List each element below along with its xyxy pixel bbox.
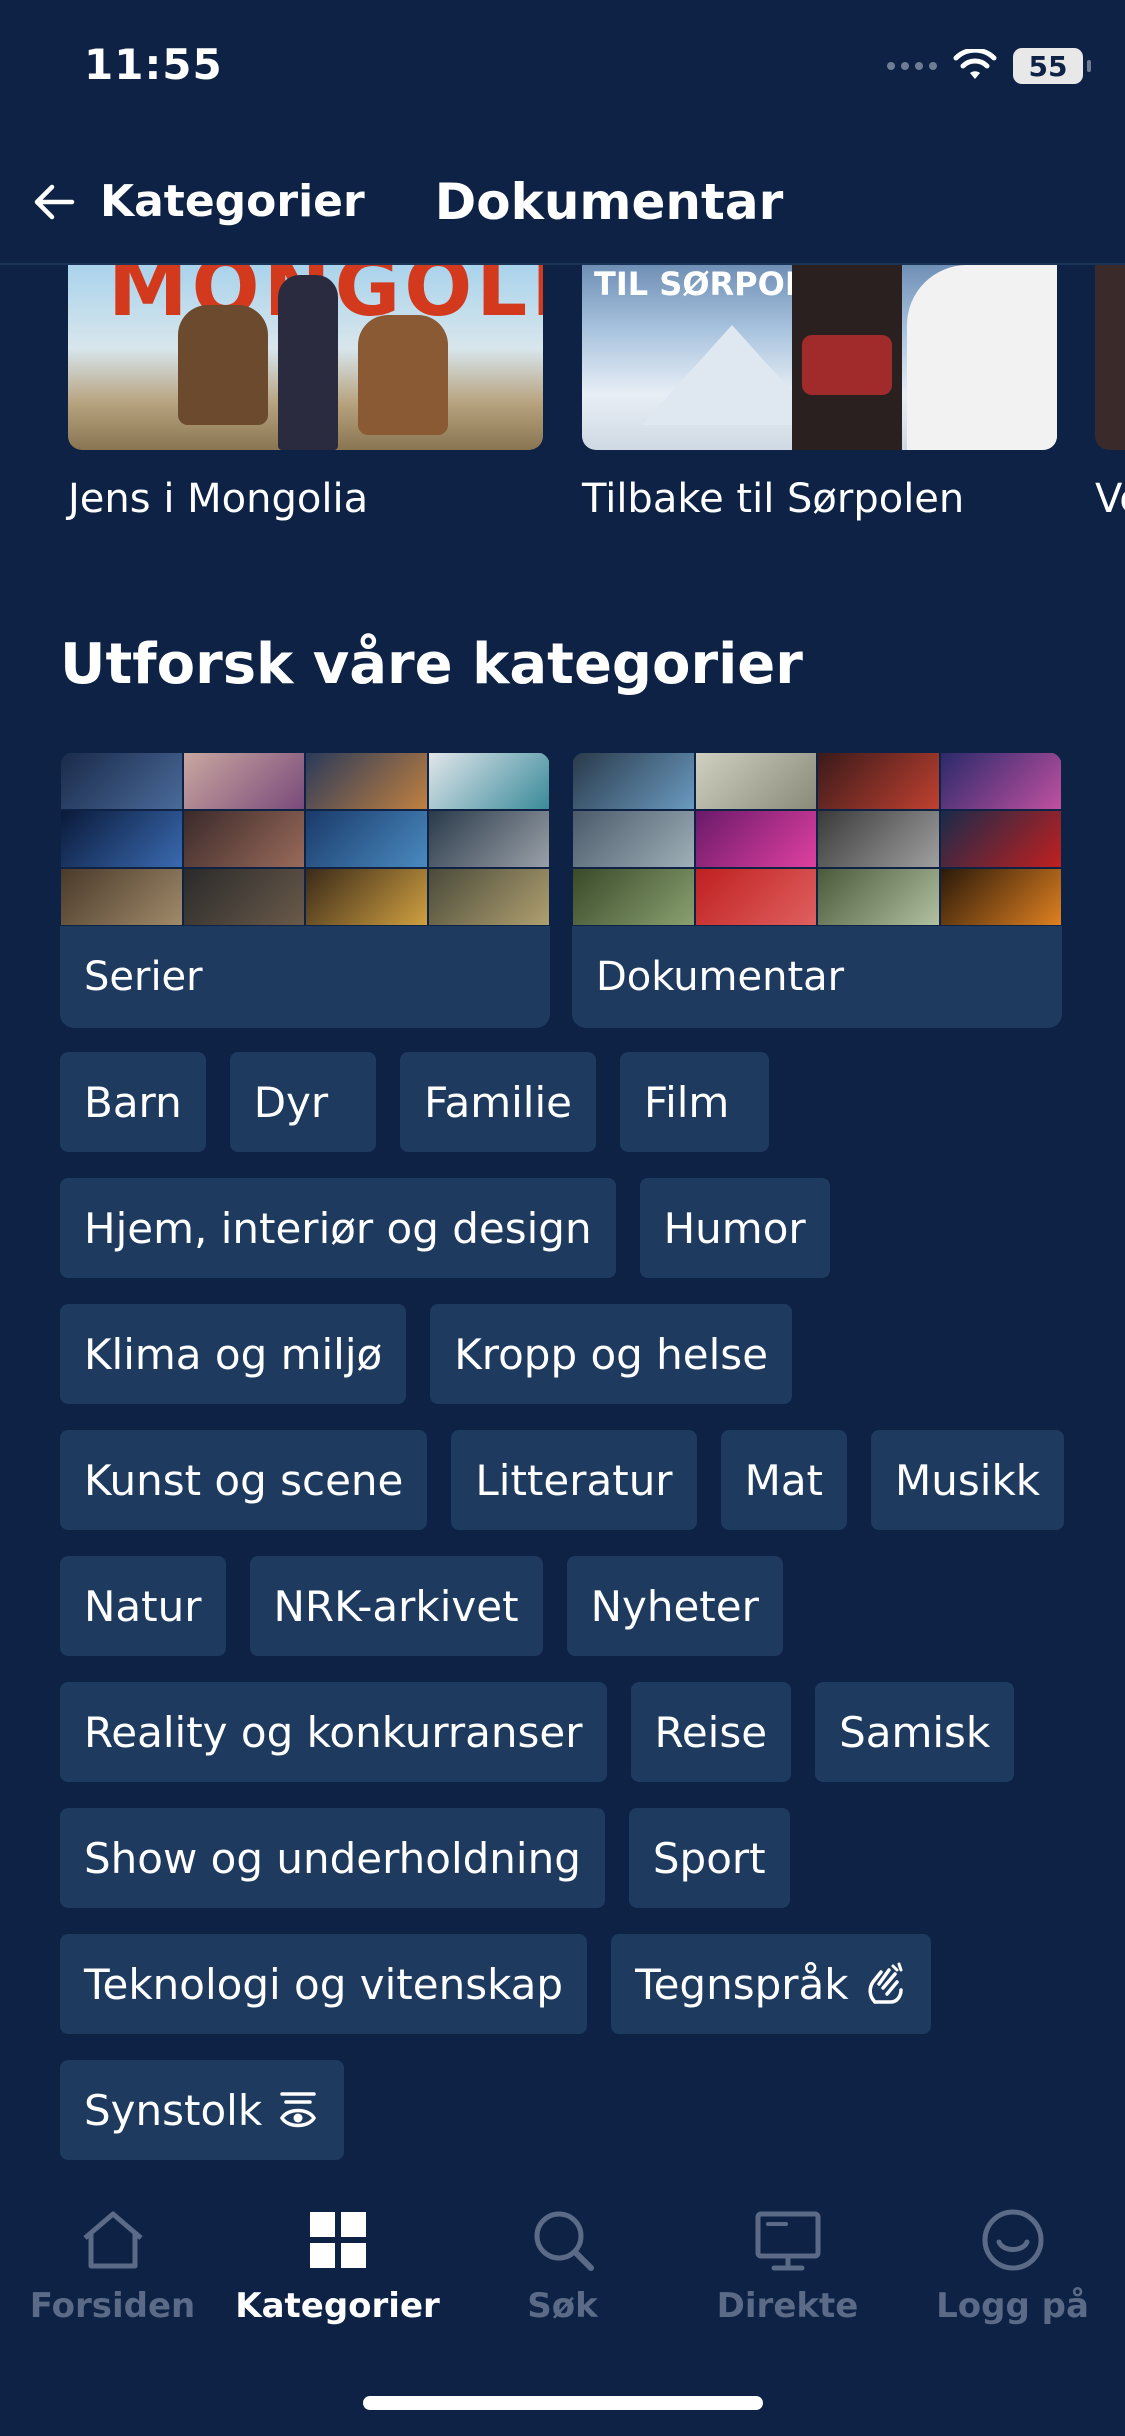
featured-categories: Serier Dokumentar [60,752,1062,1028]
category-chip[interactable]: Hjem, interiør og design [60,1178,616,1278]
signal-icon [887,62,937,70]
search-icon [534,2211,594,2271]
chip-label: Litteratur [475,1455,673,1505]
category-mosaic [60,752,550,926]
home-indicator [363,2396,763,2410]
chip-label: Dyr [253,1077,329,1127]
home-icon [82,2211,143,2269]
tab-kategorier[interactable]: Kategorier [225,2204,450,2326]
page-title: Dokumentar [434,172,784,231]
chip-label: Hjem, interiør og design [84,1203,592,1253]
category-chip[interactable]: Nyheter [566,1556,783,1656]
navigation-bar: Kategorier Dokumentar [0,140,1125,265]
category-tile-dokumentar[interactable]: Dokumentar [572,752,1062,1028]
program-card[interactable]: TIL SØRPOLEN Tilbake til Sørpolen [582,265,1057,522]
category-chip[interactable]: Kunst og scene [60,1430,428,1530]
chip-label: Reise [654,1707,768,1757]
category-tile-label: Dokumentar [596,954,845,1000]
category-chip[interactable]: Reise [630,1682,792,1782]
program-title: Ve [1095,476,1125,522]
category-chip[interactable]: Show og underholdning [60,1808,605,1908]
tab-logg-pa[interactable]: Logg på [900,2204,1125,2326]
category-chip[interactable]: Barn [60,1052,206,1152]
tab-direkte[interactable]: Direkte [675,2204,900,2326]
category-chip[interactable]: Mat [720,1430,848,1530]
program-card[interactable]: Ve [1095,265,1125,522]
chip-label: Reality og konkurranser [84,1707,583,1757]
chip-label: Show og underholdning [84,1833,581,1883]
category-chip[interactable]: Film [619,1052,770,1152]
category-chip[interactable]: Tegnspråk [611,1934,931,2034]
chip-label: Barn [84,1077,182,1127]
chip-label: Synstolk [84,2085,263,2135]
tab-forsiden[interactable]: Forsiden [0,2204,225,2326]
tab-label: Kategorier [235,2286,440,2326]
program-thumbnail: TIL SØRPOLEN [582,265,1057,450]
category-chip[interactable]: Samisk [815,1682,1015,1782]
program-thumbnail: MONGOLIA [68,265,543,450]
chip-label: Kunst og scene [84,1455,404,1505]
chip-label: Mat [744,1455,824,1505]
chip-label: NRK-arkivet [273,1581,519,1631]
grid-icon [309,2212,366,2268]
category-tile-label: Serier [84,954,203,1000]
program-carousel[interactable]: MONGOLIA Jens i Mongolia TIL SØRPOLEN Ti… [0,265,1125,555]
category-chip[interactable]: Humor [639,1178,830,1278]
category-chip[interactable]: Reality og konkurranser [60,1682,607,1782]
wifi-icon [953,49,997,79]
audio-description-icon [280,2092,317,2128]
chip-label: Kropp og helse [454,1329,769,1379]
tab-sok[interactable]: Søk [450,2204,675,2326]
chip-label: Nyheter [590,1581,759,1631]
category-chip[interactable]: Sport [628,1808,790,1908]
category-chip[interactable]: Musikk [871,1430,1065,1530]
program-title: Tilbake til Sørpolen [582,476,965,522]
program-title: Jens i Mongolia [68,476,369,522]
back-arrow-icon [34,184,75,219]
category-mosaic [572,752,1062,926]
chip-label: Musikk [895,1455,1041,1505]
category-chip[interactable]: Familie [400,1052,596,1152]
category-chip[interactable]: Synstolk [60,2060,345,2160]
program-thumbnail [1095,265,1125,450]
category-chip[interactable]: Dyr [229,1052,377,1152]
chip-label: Sport [652,1833,766,1883]
program-card[interactable]: MONGOLIA Jens i Mongolia [68,265,543,522]
status-icons: 55 [887,48,1091,84]
chip-label: Tegnspråk [635,1959,849,2009]
chip-label: Familie [424,1077,572,1127]
status-bar: 11:55 55 [0,0,1125,140]
sign-language-icon [868,1962,903,2004]
status-time: 11:55 [84,40,223,89]
tab-label: Direkte [716,2286,859,2326]
chip-label: Teknologi og vitenskap [84,1959,564,2009]
category-chip[interactable]: Teknologi og vitenskap [60,1934,588,2034]
tab-label: Søk [527,2286,598,2326]
chip-label: Film [643,1077,730,1127]
profile-icon [982,2209,1043,2271]
category-chip-list: Barn Dyr Familie Film Hjem, interiør og … [60,1052,1070,2160]
chip-label: Humor [663,1203,806,1253]
section-title: Utforsk våre kategorier [60,632,803,697]
category-tile-serier[interactable]: Serier [60,752,550,1028]
chip-label: Klima og miljø [84,1329,383,1379]
tv-icon [755,2211,820,2271]
battery-indicator: 55 [1013,48,1091,84]
category-chip[interactable]: NRK-arkivet [249,1556,543,1656]
chip-label: Natur [84,1581,202,1631]
back-button[interactable]: Kategorier [30,162,365,242]
back-label: Kategorier [100,176,365,227]
tab-label: Logg på [936,2286,1089,2326]
tab-label: Forsiden [29,2286,196,2326]
category-chip[interactable]: Litteratur [451,1430,697,1530]
chip-label: Samisk [839,1707,991,1757]
category-chip[interactable]: Kropp og helse [430,1304,793,1404]
category-chip[interactable]: Natur [60,1556,226,1656]
category-chip[interactable]: Klima og miljø [60,1304,407,1404]
